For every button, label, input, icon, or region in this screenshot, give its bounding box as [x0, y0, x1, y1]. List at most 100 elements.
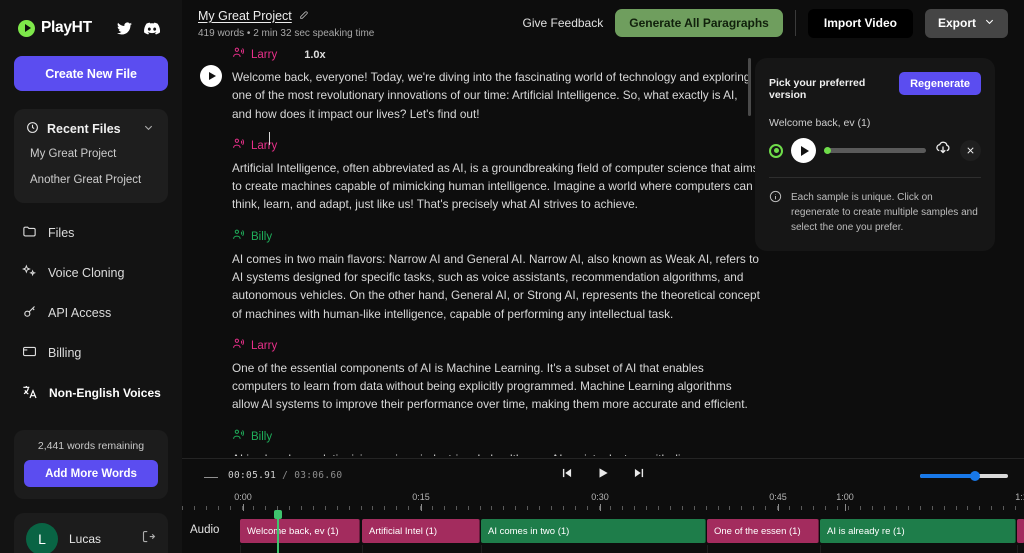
ruler-tick-minor — [205, 506, 207, 510]
logout-icon[interactable] — [141, 529, 156, 549]
sidebar-item-voice-cloning[interactable]: Voice Cloning — [14, 253, 168, 293]
discord-icon[interactable] — [144, 22, 160, 35]
ruler-tick-minor — [503, 506, 505, 510]
export-button[interactable]: Export — [924, 8, 1008, 38]
export-label: Export — [937, 16, 976, 30]
create-new-file-button[interactable]: Create New File — [14, 56, 168, 91]
paragraph-text[interactable]: AI comes in two main flavors: Narrow AI … — [232, 250, 760, 323]
generate-all-paragraphs-button[interactable]: Generate All Paragraphs — [615, 9, 783, 37]
ruler-tick-minor — [812, 506, 814, 510]
timecode: 00:05.91 / 03:06.60 — [228, 470, 342, 481]
paragraph-text[interactable]: AI is already revolutionizing various in… — [232, 450, 760, 456]
main-area: My Great Project 419 words • 2 min 32 se… — [182, 0, 1024, 553]
sidebar-item-billing[interactable]: Billing — [14, 333, 168, 373]
ruler-tick-minor — [824, 506, 826, 510]
playhead[interactable] — [274, 510, 282, 553]
speaker-name[interactable]: Larry — [251, 49, 277, 61]
skip-start-icon[interactable] — [560, 466, 574, 485]
speech-rate[interactable]: 1.0x — [304, 49, 325, 61]
regenerate-button[interactable]: Regenerate — [899, 72, 981, 95]
paragraph-block[interactable]: Larry 1.0x Welcome back, everyone! Today… — [200, 46, 762, 123]
remove-sample-button[interactable] — [960, 140, 981, 161]
speaker-row: Billy — [232, 228, 762, 246]
clock-icon — [26, 121, 39, 137]
script-editor[interactable]: Larry 1.0x Welcome back, everyone! Today… — [182, 46, 762, 456]
speaker-row: Larry 1.0x — [232, 46, 762, 64]
page-title[interactable]: My Great Project — [198, 9, 292, 23]
give-feedback-link[interactable]: Give Feedback — [523, 16, 604, 30]
clip-track[interactable]: Welcome back, ev (1) Artificial Intel (1)… — [182, 519, 1024, 545]
ruler-tick-minor — [467, 506, 469, 510]
paragraph-text[interactable]: Welcome back, everyone! Today, we're div… — [232, 68, 760, 123]
recent-files-header[interactable]: Recent Files — [18, 117, 164, 141]
ruler-tick-minor — [360, 506, 362, 510]
ruler-tick-minor — [574, 506, 576, 510]
recent-files-label: Recent Files — [47, 122, 121, 136]
sidebar-item-label: Voice Cloning — [48, 266, 125, 280]
import-video-button[interactable]: Import Video — [807, 8, 913, 38]
ruler-tick-minor — [431, 506, 433, 510]
sample-play-button[interactable] — [791, 138, 816, 163]
speaker-name[interactable]: Billy — [251, 231, 272, 243]
speaker-name[interactable]: Larry — [251, 140, 277, 152]
recent-file-item[interactable]: My Great Project — [18, 141, 164, 167]
recent-file-item[interactable]: Another Great Project — [18, 167, 164, 193]
paragraph-block[interactable]: Billy AI is already revolutionizing vari… — [200, 428, 762, 456]
sidebar-item-api-access[interactable]: API Access — [14, 293, 168, 333]
ruler-tick-minor — [420, 506, 421, 510]
timeline-zoom-slider[interactable] — [920, 470, 1008, 481]
paragraph-play-button[interactable] — [200, 65, 222, 87]
text-caret — [269, 132, 270, 145]
ruler-tick-minor — [336, 506, 338, 510]
ruler-tick-minor — [955, 506, 957, 510]
sidebar-item-files[interactable]: Files — [14, 213, 168, 253]
ruler-tick — [243, 504, 244, 511]
sidebar-item-label: Billing — [48, 346, 82, 360]
ruler-tick-minor — [765, 506, 767, 510]
timeline-clip[interactable]: Artificial Intel (1) — [362, 519, 480, 543]
user-card[interactable]: L Lucas — [14, 513, 168, 553]
user-name: Lucas — [69, 532, 102, 546]
ruler-tick-minor — [931, 506, 933, 510]
ruler-tick-minor — [943, 506, 945, 510]
timeline-clip[interactable]: AI is already re (1) — [820, 519, 1016, 543]
zoom-slider-knob[interactable] — [970, 470, 981, 481]
sample-select-radio[interactable] — [769, 143, 783, 158]
sidebar-item-non-english-voices[interactable]: Non-English Voices — [14, 373, 168, 413]
timeline-clip[interactable]: Welcome back, ev (1) — [240, 519, 360, 543]
paragraph-text[interactable]: Artificial Intelligence, often abbreviat… — [232, 159, 760, 214]
chevron-down-icon — [984, 16, 995, 30]
twitter-icon[interactable] — [117, 21, 132, 35]
sidebar-item-label: Files — [48, 226, 75, 240]
play-icon[interactable] — [596, 466, 610, 485]
timeline-clip[interactable]: N — [1017, 519, 1024, 543]
paragraph-text[interactable]: One of the essential components of AI is… — [232, 359, 760, 414]
ruler-tick-minor — [479, 506, 481, 510]
sidebar-item-label: Non-English Voices — [49, 386, 161, 400]
ruler-tick-minor — [967, 506, 969, 510]
sample-progress-slider[interactable] — [824, 147, 926, 154]
timeline[interactable]: 0:000:150:300:451:001:151:301:45 Audio W… — [182, 492, 1024, 553]
timeline-clip[interactable]: One of the essen (1) — [707, 519, 819, 543]
timeline-clip[interactable]: AI comes in two (1) — [481, 519, 706, 543]
editor-scrollbar[interactable] — [748, 58, 751, 116]
speaker-name[interactable]: Billy — [251, 431, 272, 443]
paragraph-block[interactable]: Larry One of the essential components of… — [200, 337, 762, 414]
speaker-icon — [232, 46, 245, 64]
ruler-tick-minor — [301, 506, 302, 510]
ruler-tick-minor — [907, 506, 909, 510]
paragraph-block[interactable]: Billy AI comes in two main flavors: Narr… — [200, 228, 762, 323]
paragraph-block[interactable]: Larry Artificial Intelligence, often abb… — [200, 137, 762, 214]
timeline-gridline — [707, 545, 708, 553]
timeline-ruler[interactable]: 0:000:150:300:451:001:151:301:45 — [182, 492, 1024, 516]
playhead-handle[interactable] — [274, 510, 282, 519]
download-cloud-icon[interactable] — [934, 139, 952, 162]
add-more-words-button[interactable]: Add More Words — [24, 460, 158, 487]
divider — [794, 10, 796, 36]
collapse-timeline-button[interactable]: — — [198, 468, 228, 484]
skip-end-icon[interactable] — [632, 466, 646, 485]
words-remaining-card: 2,441 words remaining Add More Words — [14, 430, 168, 499]
sample-progress-knob[interactable] — [824, 147, 831, 154]
edit-icon[interactable] — [299, 7, 309, 25]
speaker-name[interactable]: Larry — [251, 340, 277, 352]
